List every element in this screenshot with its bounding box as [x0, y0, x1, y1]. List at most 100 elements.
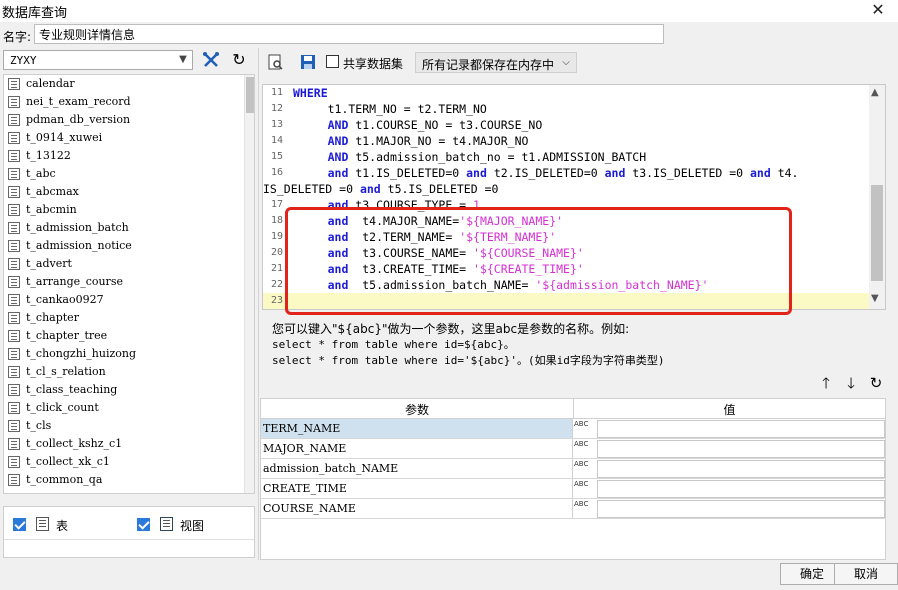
code-line[interactable]: IS_DELETED =0 and t5.IS_DELETED =0 — [263, 181, 869, 197]
sql-keyword: and — [604, 166, 626, 180]
sql-text: t1.IS_DELETED=0 — [348, 166, 467, 180]
param-value-input[interactable] — [597, 460, 885, 478]
scroll-down-icon[interactable]: ▼ — [871, 293, 879, 304]
table-row[interactable]: CREATE_TIME ABC — [261, 479, 885, 499]
scrollbar-thumb[interactable] — [246, 77, 254, 113]
param-type-icon[interactable]: ABC — [574, 480, 596, 498]
scrollbar-thumb[interactable] — [871, 185, 883, 281]
list-item[interactable]: t_chapter — [4, 309, 242, 327]
param-value-input[interactable] — [597, 440, 885, 458]
param-value-input[interactable] — [597, 420, 885, 438]
list-item[interactable]: t_chapter_tree — [4, 327, 242, 345]
code-line[interactable]: 18 and t4.MAJOR_NAME='${MAJOR_NAME}' — [263, 213, 869, 229]
share-dataset-checkbox[interactable] — [326, 55, 339, 68]
close-button[interactable]: ✕ — [866, 0, 890, 21]
code-line[interactable]: 20 and t3.COURSE_NAME= '${COURSE_NAME}' — [263, 245, 869, 261]
code-line[interactable]: 17 and t3.COURSE_TYPE = 1 — [263, 197, 869, 213]
code-line[interactable]: 22 and t5.admission_batch_NAME= '${admis… — [263, 277, 869, 293]
list-item[interactable]: t_cl_s_relation — [4, 363, 242, 381]
code-line[interactable]: 21 and t3.CREATE_TIME= '${CREATE_TIME}' — [263, 261, 869, 277]
sql-keyword: AND — [327, 134, 349, 148]
table-list-scrollbar[interactable] — [244, 75, 254, 493]
list-item[interactable]: t_abcmin — [4, 201, 242, 219]
sql-editor[interactable]: 11 WHERE 12 t1.TERM_NO = t2.TERM_NO 13 AND … — [262, 84, 886, 310]
list-item[interactable]: t_advert — [4, 255, 242, 273]
move-down-button[interactable]: 🡓 — [839, 372, 863, 394]
line-number: 13 — [270, 119, 283, 130]
list-item[interactable]: calendar — [4, 75, 242, 93]
refresh-tables-button[interactable]: ↻ — [227, 49, 251, 71]
sql-text: t3.CREATE_TIME= — [348, 262, 474, 276]
move-up-button[interactable]: 🡑 — [814, 372, 838, 394]
table-list[interactable]: calendar nei_t_exam_record pdman_db_versio… — [3, 74, 255, 494]
code-text: WHERE — [293, 85, 328, 101]
list-item[interactable]: t_collect_xk_c1 — [4, 453, 242, 471]
param-type-icon[interactable]: ABC — [574, 420, 596, 438]
memory-mode-select[interactable]: 所有记录都保存在内存中 ⌵ — [415, 52, 577, 73]
table-row[interactable]: TERM_NAME ABC — [261, 419, 885, 439]
list-item[interactable]: t_class_teaching — [4, 381, 242, 399]
code-line[interactable]: 15 AND t5.admission_batch_no = t1.ADMISS… — [263, 149, 869, 165]
show-tables-checkbox[interactable] — [13, 518, 26, 531]
panel-splitter[interactable] — [258, 48, 259, 560]
search-field[interactable] — [4, 539, 254, 557]
sql-keyword: and — [466, 166, 487, 180]
sql-literal: '${admission_batch_NAME}' — [535, 278, 709, 292]
param-name: COURSE_NAME — [261, 499, 573, 518]
refresh-params-button[interactable]: ↻ — [864, 372, 888, 394]
list-item[interactable]: t_click_count — [4, 399, 242, 417]
table-icon — [8, 366, 20, 378]
view-icon — [160, 517, 173, 531]
name-input[interactable] — [34, 24, 664, 44]
list-item[interactable]: t_abc — [4, 165, 242, 183]
param-value-input[interactable] — [597, 480, 885, 498]
table-row[interactable]: COURSE_NAME ABC — [261, 499, 885, 519]
list-item[interactable]: t_admission_notice — [4, 237, 242, 255]
parameter-hint: 您可以键入"${abc}"做为一个参数，这里abc是参数的名称。例如: sele… — [272, 321, 665, 369]
param-type-icon[interactable]: ABC — [574, 500, 596, 518]
preview-button[interactable] — [263, 51, 287, 73]
list-item[interactable]: t_abcmax — [4, 183, 242, 201]
scroll-up-icon[interactable]: ▲ — [871, 87, 879, 98]
list-item[interactable]: t_admission_batch — [4, 219, 242, 237]
param-type-icon[interactable]: ABC — [574, 440, 596, 458]
code-line[interactable]: 19 and t2.TERM_NAME= '${TERM_NAME}' — [263, 229, 869, 245]
table-row[interactable]: admission_batch_NAME ABC — [261, 459, 885, 479]
list-item[interactable]: t_arrange_course — [4, 273, 242, 291]
code-line[interactable]: 16 and t1.IS_DELETED=0 and t2.IS_DELETED… — [263, 165, 869, 181]
filter-button[interactable] — [199, 49, 223, 71]
line-number: 16 — [270, 167, 283, 178]
code-line[interactable]: 11 WHERE — [263, 85, 869, 101]
table-name: t_advert — [26, 257, 72, 270]
code-text: AND t1.MAJOR_NO = t4.MAJOR_NO — [293, 133, 529, 149]
save-button[interactable] — [296, 51, 320, 73]
list-item[interactable]: t_0914_xuwei — [4, 129, 242, 147]
list-item[interactable]: t_cankao0927 — [4, 291, 242, 309]
list-item[interactable]: pdman_db_version — [4, 111, 242, 129]
line-number: 18 — [270, 215, 283, 226]
cancel-button[interactable]: 取消 — [834, 563, 898, 585]
code-line[interactable]: 14 AND t1.MAJOR_NO = t4.MAJOR_NO — [263, 133, 869, 149]
table-row[interactable]: MAJOR_NAME ABC — [261, 439, 885, 459]
code-line[interactable]: 12 t1.TERM_NO = t2.TERM_NO — [263, 101, 869, 117]
code-text: and t2.TERM_NAME= '${TERM_NAME}' — [293, 229, 557, 245]
code-line[interactable]: 13 AND t1.COURSE_NO = t3.COURSE_NO — [263, 117, 869, 133]
param-type-icon[interactable]: ABC — [574, 460, 596, 478]
list-item[interactable]: t_collect_kshz_c1 — [4, 435, 242, 453]
param-value-input[interactable] — [597, 500, 885, 518]
line-number: 12 — [270, 103, 283, 114]
list-item[interactable]: nei_t_exam_record — [4, 93, 242, 111]
sql-scrollbar[interactable]: ▲ ▼ — [869, 85, 885, 309]
list-item[interactable]: t_13122 — [4, 147, 242, 165]
list-item[interactable]: t_cls — [4, 417, 242, 435]
list-item[interactable]: t_common_qa — [4, 471, 242, 489]
schema-select[interactable]: ZYXY ▼ — [3, 50, 193, 70]
table-icon — [8, 330, 20, 342]
list-item[interactable]: t_chongzhi_huizong — [4, 345, 242, 363]
sql-keyword: and — [359, 182, 381, 196]
sql-text: t5.admission_batch_no = t1.ADMISSION_BAT… — [348, 150, 647, 164]
code-line[interactable]: 23 — [263, 293, 869, 309]
show-views-checkbox[interactable] — [137, 518, 150, 531]
